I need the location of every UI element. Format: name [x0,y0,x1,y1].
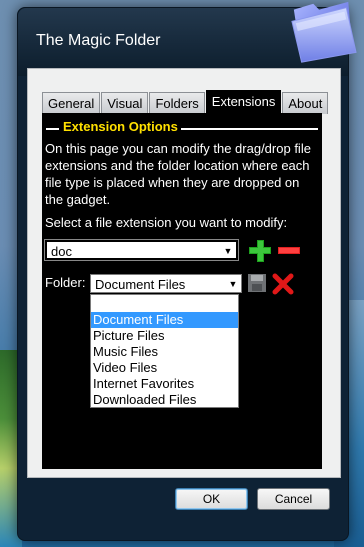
tab-folders[interactable]: Folders [149,92,205,114]
section-divider-right [181,128,318,130]
section-divider-left [46,128,59,130]
tab-strip: General Visual Folders Extensions About [42,90,329,114]
section-title: Extension Options [63,119,178,134]
dropdown-option[interactable] [91,296,238,312]
plus-icon[interactable] [248,239,272,263]
ok-button[interactable]: OK [175,488,248,510]
dropdown-option[interactable]: Music Files [91,344,238,360]
extension-select[interactable]: doc ▼ [44,239,239,261]
dropdown-option-selected[interactable]: Document Files [91,312,238,328]
chevron-down-icon[interactable]: ▼ [220,242,236,258]
extension-prompt: Select a file extension you want to modi… [45,215,288,230]
settings-dialog: The Magic Folder General Visual Folders … [17,7,349,541]
tab-visual[interactable]: Visual [101,92,149,114]
extensions-panel: Extension Options On this page you can m… [42,113,322,469]
dropdown-option[interactable]: Downloaded Files [91,392,238,408]
folder-dropdown-list: Document Files Picture Files Music Files… [90,294,239,408]
folder-select-value: Document Files [95,277,186,292]
tab-extensions[interactable]: Extensions [205,90,282,114]
folder-label: Folder: [45,275,86,290]
dropdown-option[interactable]: Picture Files [91,328,238,344]
folder-icon [291,1,357,63]
section-description: On this page you can modify the drag/dro… [45,141,311,207]
section-header: Extension Options [46,119,318,137]
chevron-down-icon[interactable]: ▼ [225,275,241,292]
dropdown-option[interactable]: Internet Favorites [91,376,238,392]
red-x-icon[interactable] [272,273,294,295]
folder-select[interactable]: Document Files ▼ [90,274,242,293]
window-title: The Magic Folder [36,32,161,49]
cancel-button[interactable]: Cancel [257,488,330,510]
dialog-content: General Visual Folders Extensions About … [27,68,341,478]
minus-icon[interactable] [277,239,301,263]
tab-about[interactable]: About [282,92,329,114]
extension-select-value: doc [51,244,72,259]
tab-general[interactable]: General [42,92,101,114]
dropdown-option[interactable]: Video Files [91,360,238,376]
floppy-disk-icon[interactable] [247,273,267,293]
